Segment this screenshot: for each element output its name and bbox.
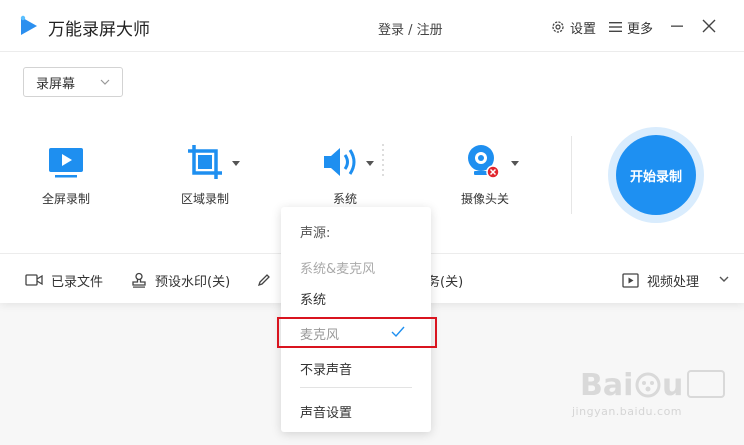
video-processing-button[interactable]: 视频处理 <box>622 270 699 290</box>
recorded-files-button[interactable]: 已录文件 <box>25 270 103 290</box>
app-title: 万能录屏大师 <box>48 20 150 40</box>
video-play-icon <box>622 272 639 288</box>
scheduled-task-button[interactable]: 务(关) <box>427 270 463 290</box>
fullscreen-record-label: 全屏录制 <box>42 192 91 206</box>
audio-option-system[interactable]: 系统 <box>300 289 326 308</box>
svg-text:u: u <box>662 368 683 403</box>
audio-settings-item[interactable]: 声音设置 <box>300 402 352 421</box>
volume-level-icon <box>382 144 384 176</box>
start-record-button[interactable]: 开始录制 <box>616 135 696 215</box>
camera-label: 摄像头关 <box>461 192 510 206</box>
audio-option-none[interactable]: 不录声音 <box>300 359 352 378</box>
audio-source-label: 系统 <box>333 192 358 206</box>
watermark-label: 预设水印(关) <box>155 274 231 290</box>
watermark-text: jingyan.baidu.com <box>572 405 683 418</box>
recorded-files-label: 已录文件 <box>51 274 104 290</box>
chevron-down-icon[interactable] <box>718 274 730 284</box>
record-mode-select[interactable]: 录屏幕 <box>23 67 123 97</box>
pen-tool-button[interactable] <box>257 270 271 290</box>
minimize-button[interactable] <box>666 15 688 37</box>
video-processing-label: 视频处理 <box>647 274 700 290</box>
video-file-icon <box>25 274 43 286</box>
speaker-icon <box>324 148 356 176</box>
chevron-down-icon <box>100 79 110 85</box>
pen-icon <box>257 274 270 287</box>
crop-icon <box>188 145 222 179</box>
svg-text:Bai: Bai <box>580 368 633 403</box>
title-bar: 万能录屏大师 登录 / 注册 设置 更多 <box>0 0 744 52</box>
fullscreen-record-icon <box>49 148 83 178</box>
login-register-link[interactable]: 登录 / 注册 <box>378 19 443 38</box>
record-mode-value: 录屏幕 <box>36 76 76 92</box>
settings-label: 设置 <box>570 21 597 37</box>
audio-dropdown-caret[interactable] <box>366 161 374 166</box>
toolbar-divider <box>571 136 572 214</box>
settings-button[interactable]: 设置 <box>551 17 596 37</box>
audio-option-system-and-mic: 系统&麦克风 <box>300 262 376 277</box>
watermark-toggle-button[interactable]: 预设水印(关) <box>131 270 230 290</box>
highlight-box <box>277 317 437 348</box>
stamp-icon <box>132 272 146 288</box>
watermark-logo: Bai u <box>580 368 725 403</box>
gear-icon <box>552 21 564 33</box>
menu-separator <box>300 387 412 388</box>
more-button[interactable]: 更多 <box>609 17 653 37</box>
app-logo-icon <box>20 15 37 35</box>
camera-dropdown-caret[interactable] <box>511 161 519 166</box>
region-record-label: 区域录制 <box>181 192 230 206</box>
region-dropdown-caret[interactable] <box>232 161 240 166</box>
menu-icon <box>609 22 622 32</box>
scheduled-task-label: 务(关) <box>427 274 464 290</box>
more-label: 更多 <box>627 21 654 37</box>
close-button[interactable] <box>698 15 720 37</box>
webcam-icon <box>468 145 500 179</box>
audio-menu-header: 声源: <box>300 226 331 241</box>
